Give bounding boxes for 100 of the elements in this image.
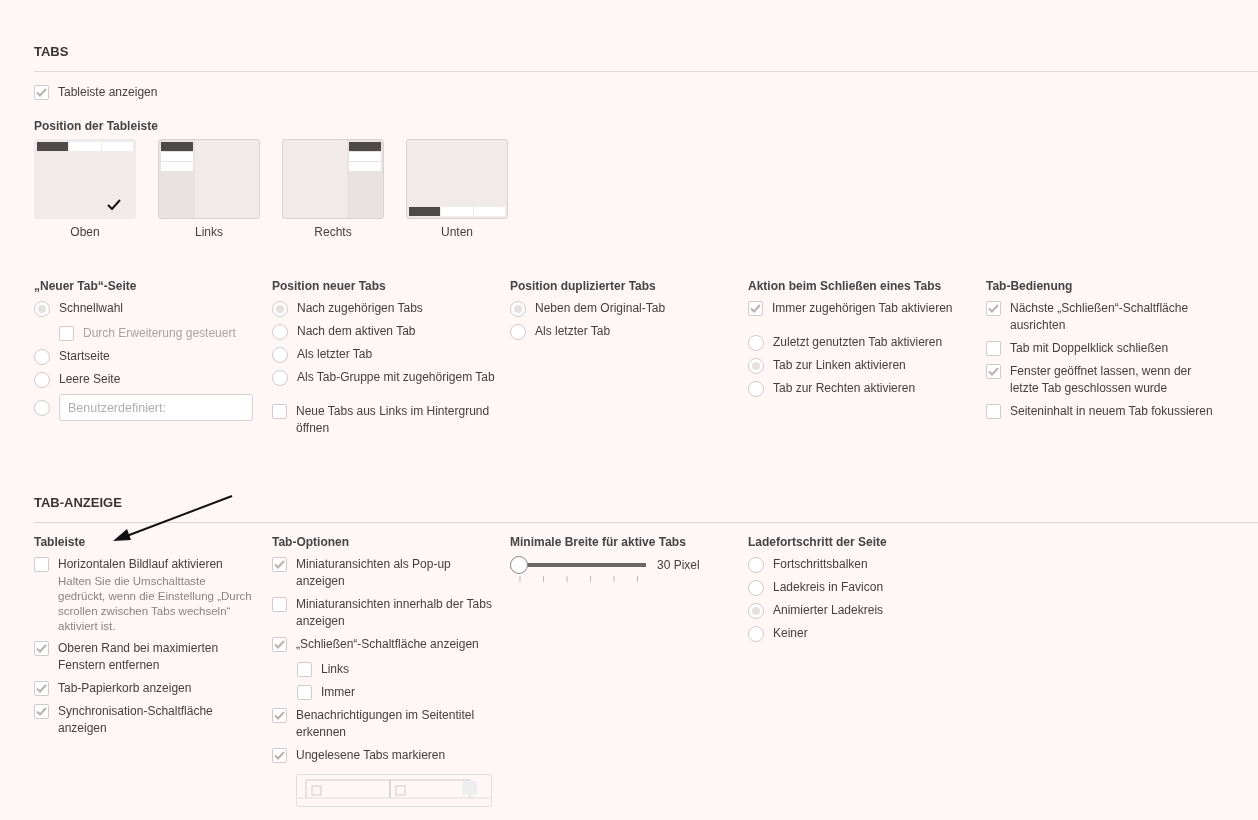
tabbar-position-option[interactable] xyxy=(34,139,136,219)
checkbox[interactable] xyxy=(272,637,287,652)
checkbox-label[interactable]: Links xyxy=(321,661,349,678)
radio-button[interactable] xyxy=(748,381,764,397)
radio-button[interactable] xyxy=(272,324,288,340)
checkbox[interactable] xyxy=(297,685,312,700)
check-icon xyxy=(750,304,761,313)
group-title: Position der Tableiste xyxy=(34,119,159,133)
group-title: Tableiste xyxy=(34,535,87,549)
check-icon xyxy=(36,707,47,716)
radio-button[interactable] xyxy=(748,626,764,642)
radio-button[interactable] xyxy=(272,347,288,363)
group-title: Aktion beim Schließen eines Tabs xyxy=(748,279,943,293)
checkbox[interactable] xyxy=(272,748,287,763)
radio-label[interactable]: Neben dem Original-Tab xyxy=(535,300,666,317)
tabbar-position-option[interactable] xyxy=(158,139,260,219)
checkbox-label[interactable]: Miniaturansichten als Pop-up anzeigen xyxy=(296,556,501,590)
checkbox-label[interactable]: Miniaturansichten innerhalb der Tabs anzeigen xyxy=(296,596,501,630)
checkbox[interactable] xyxy=(986,364,1001,379)
checkbox[interactable] xyxy=(272,597,287,612)
group-title: Tab-Bedienung xyxy=(986,279,1074,293)
checkbox-label[interactable]: Seiteninhalt in neuem Tab fokussieren xyxy=(1010,403,1213,420)
radio-button[interactable] xyxy=(34,349,50,365)
radio-label[interactable]: Startseite xyxy=(59,348,110,365)
tabbar-position-option[interactable] xyxy=(282,139,384,219)
checkbox[interactable] xyxy=(272,708,287,723)
radio-button[interactable] xyxy=(272,301,288,317)
check-icon xyxy=(988,367,999,376)
radio-label[interactable]: Ladekreis in Favicon xyxy=(773,579,884,596)
radio-button[interactable] xyxy=(272,370,288,386)
checkbox[interactable] xyxy=(272,557,287,572)
radio-label[interactable]: Nach zugehörigen Tabs xyxy=(297,300,423,317)
checkbox-label[interactable]: Oberen Rand bei maximierten Fenstern entfernen xyxy=(58,640,263,674)
check-icon xyxy=(36,88,47,97)
check-icon xyxy=(36,684,47,693)
radio-label[interactable]: Als letzter Tab xyxy=(297,346,373,363)
check-icon xyxy=(274,711,285,720)
slider-thumb[interactable] xyxy=(510,556,528,574)
radio-label[interactable]: Als Tab-Gruppe mit zugehörigem Tab xyxy=(297,369,495,386)
checkbox[interactable] xyxy=(34,85,49,100)
radio-button[interactable] xyxy=(748,557,764,573)
checkbox-label[interactable]: Immer xyxy=(321,684,355,701)
radio-button[interactable] xyxy=(748,603,764,619)
checkbox-label[interactable]: Benachrichtigungen im Seitentitel erkennen xyxy=(296,707,501,741)
checkbox[interactable] xyxy=(34,681,49,696)
check-icon xyxy=(274,751,285,760)
checkbox[interactable] xyxy=(272,404,287,419)
checkbox[interactable] xyxy=(986,301,1001,316)
radio-label[interactable]: Keiner xyxy=(773,625,808,642)
option-label: Rechts xyxy=(314,225,352,239)
checkbox-label[interactable]: Tab mit Doppelklick schließen xyxy=(1010,340,1169,357)
radio-button[interactable] xyxy=(748,358,764,374)
checkbox-label[interactable]: Fenster geöffnet lassen, wenn der letzte Tab geschlossen wurde xyxy=(1010,363,1215,397)
checkbox-label[interactable]: Immer zugehörigen Tab aktivieren xyxy=(772,300,953,317)
radio-button[interactable] xyxy=(34,372,50,388)
slider-value: 30 Pixel xyxy=(657,558,700,572)
radio-label[interactable]: Tab zur Linken aktivieren xyxy=(773,357,906,374)
radio-label[interactable]: Schnellwahl xyxy=(59,300,124,317)
option-label: Unten xyxy=(441,225,473,239)
checkbox-label[interactable]: Horizontalen Bildlauf aktivieren xyxy=(58,556,253,573)
radio-label[interactable]: Nach dem aktiven Tab xyxy=(297,323,416,340)
checkbox-label[interactable]: Neue Tabs aus Links im Hintergrund öffnen xyxy=(296,403,501,437)
check-icon xyxy=(274,640,285,649)
checkbox[interactable] xyxy=(986,404,1001,419)
check-icon xyxy=(274,560,285,569)
check-icon xyxy=(988,304,999,313)
radio-button[interactable] xyxy=(34,301,50,317)
radio-button[interactable] xyxy=(510,324,526,340)
checkbox[interactable] xyxy=(986,341,1001,356)
checkbox-label[interactable]: Tab-Papierkorb anzeigen xyxy=(58,680,192,697)
checkbox-label[interactable]: Synchronisation-Schaltfläche anzeigen xyxy=(58,703,263,737)
custom-page-field[interactable]: Benutzerdefiniert: xyxy=(59,394,253,421)
option-label: Oben xyxy=(70,225,100,239)
group-title: Tab-Optionen xyxy=(272,535,351,549)
radio-label[interactable]: Animierter Ladekreis xyxy=(773,602,884,619)
group-title: Position neuer Tabs xyxy=(272,279,387,293)
radio-label[interactable]: Als letzter Tab xyxy=(535,323,611,340)
group-title: Ladefortschritt der Seite xyxy=(748,535,888,549)
checkbox[interactable] xyxy=(34,641,49,656)
checkbox[interactable] xyxy=(748,301,763,316)
check-icon xyxy=(107,199,121,210)
checkbox[interactable] xyxy=(34,557,49,572)
radio-label[interactable]: Tab zur Rechten aktivieren xyxy=(773,380,916,397)
group-title: „Neuer Tab“-Seite xyxy=(34,279,138,293)
checkbox-label[interactable]: „Schließen“-Schaltfläche anzeigen xyxy=(296,636,479,653)
checkbox[interactable] xyxy=(297,662,312,677)
radio-label[interactable]: Leere Seite xyxy=(59,371,121,388)
radio-button[interactable] xyxy=(748,580,764,596)
radio-label[interactable]: Fortschrittsbalken xyxy=(773,556,868,573)
tabbar-position-option[interactable] xyxy=(406,139,508,219)
checkbox-label[interactable]: Nächste „Schließen“-Schaltfläche ausrichten xyxy=(1010,300,1215,334)
radio-button[interactable] xyxy=(510,301,526,317)
radio-label[interactable]: Zuletzt genutzten Tab aktivieren xyxy=(773,334,943,351)
radio-button[interactable] xyxy=(748,335,764,351)
checkbox-label[interactable]: Ungelesene Tabs markieren xyxy=(296,747,446,764)
check-icon xyxy=(36,644,47,653)
checkbox[interactable] xyxy=(34,704,49,719)
option-label: Links xyxy=(195,225,223,239)
checkbox-label[interactable]: Tableiste anzeigen xyxy=(58,84,158,101)
radio-button[interactable] xyxy=(34,400,50,416)
